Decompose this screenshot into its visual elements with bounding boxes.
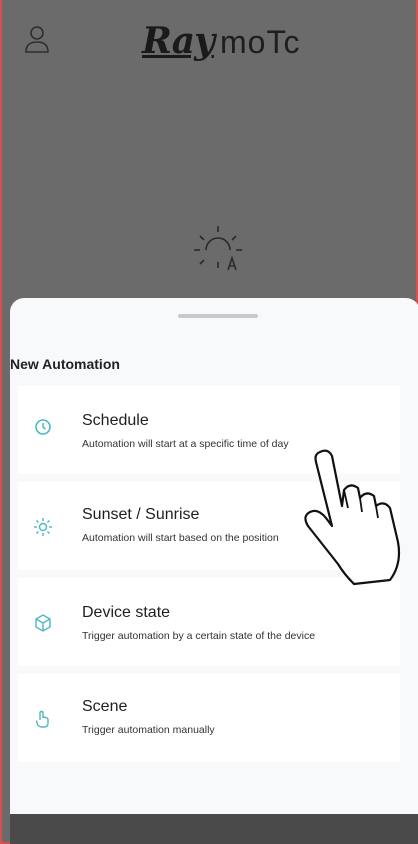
option-title: Device state [82,604,171,621]
cube-icon [35,614,51,632]
option-subtitle: Trigger automation manually [82,724,215,736]
bottom-navigation-bar [10,814,418,844]
clock-icon [35,419,51,435]
option-title: Sunset / Sunrise [82,506,200,523]
top-bar: Ray moTc [2,0,418,80]
option-title: Scene [82,698,128,715]
user-profile-icon[interactable] [24,24,50,54]
option-subtitle: Automation will start based on the posit… [82,532,279,544]
raymote-logo: Ray moTc [142,20,312,62]
app-frame: Ray moTc New Automation Schedule Automat… [0,0,418,844]
logo-ray-text: Ray [142,20,215,62]
sun-icon [34,518,52,536]
sheet-title: New Automation [10,356,120,372]
pointer-hand-icon [304,449,401,586]
option-subtitle: Trigger automation by a certain state of… [82,630,316,642]
sun-auto-icon [194,226,242,271]
sheet-drag-handle[interactable] [178,314,258,318]
hand-tap-icon [35,710,49,728]
option-title: Schedule [82,412,149,429]
option-subtitle: Automation will start at a specific time… [82,438,289,450]
logo-mote-text: moTc [220,24,301,60]
option-device-state[interactable]: Device state Trigger automation by a cer… [18,578,400,666]
option-scene[interactable]: Scene Trigger automation manually [18,674,400,762]
